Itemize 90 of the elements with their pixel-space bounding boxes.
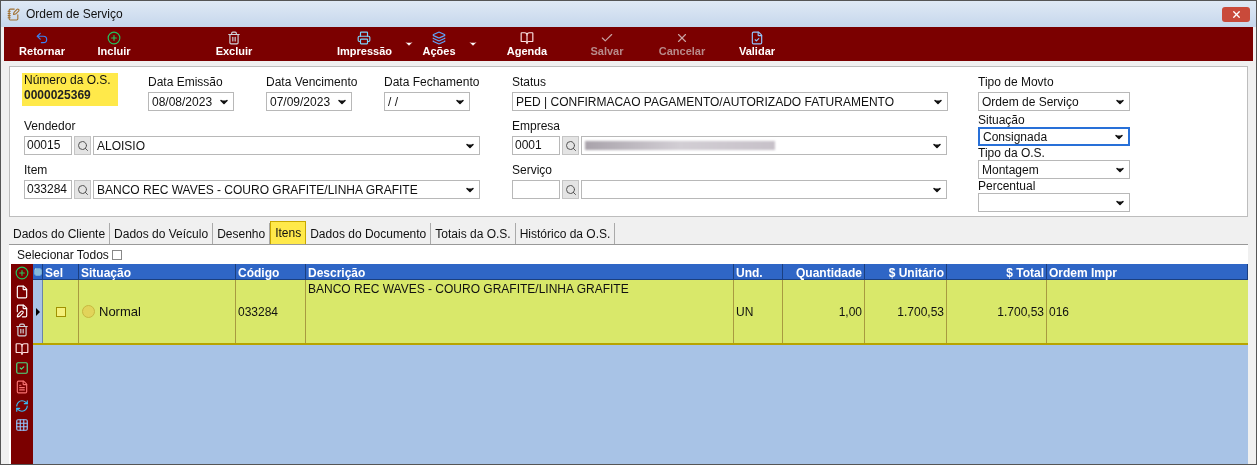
toolbar-button[interactable]: Incluir bbox=[93, 30, 135, 58]
field-label: Tipo da O.S. bbox=[978, 146, 1046, 160]
field-label: Data Vencimento bbox=[266, 75, 359, 89]
table-cell-text: UN bbox=[736, 303, 754, 321]
table-cell-text: Normal bbox=[99, 302, 141, 321]
tab[interactable]: Dados do Veículo bbox=[110, 223, 214, 244]
date-picker[interactable]: 08/08/2023 bbox=[148, 92, 234, 111]
code-field[interactable]: 033284 bbox=[24, 180, 72, 199]
code-field[interactable]: 00015 bbox=[24, 136, 72, 155]
toolbar-icon bbox=[357, 30, 372, 45]
code-field[interactable] bbox=[512, 180, 560, 199]
column-header[interactable]: Sel bbox=[43, 264, 79, 279]
search-icon bbox=[564, 139, 577, 152]
company-select[interactable] bbox=[581, 136, 947, 155]
field-label: Vendedor bbox=[24, 119, 77, 133]
close-icon bbox=[1230, 8, 1242, 20]
caret-icon[interactable] bbox=[467, 39, 478, 49]
tab[interactable]: Itens bbox=[270, 221, 307, 244]
select-all-checkbox[interactable] bbox=[111, 249, 122, 260]
dropdown-select[interactable]: Consignada bbox=[978, 127, 1130, 146]
toolbar-icon bbox=[227, 30, 241, 45]
column-header[interactable]: Und. bbox=[734, 264, 783, 279]
search-icon bbox=[76, 183, 89, 196]
dropdown-select[interactable]: Montagem bbox=[978, 160, 1130, 179]
search-icon bbox=[564, 183, 577, 196]
search-icon bbox=[76, 139, 89, 152]
search-button[interactable] bbox=[562, 136, 579, 155]
tab[interactable]: Dados do Documento bbox=[306, 223, 432, 244]
tool-icon[interactable] bbox=[15, 266, 29, 280]
date-picker[interactable]: / / bbox=[384, 92, 470, 111]
toolbar-button[interactable]: Impressão bbox=[332, 30, 396, 58]
os-number: 0000025369 bbox=[24, 88, 92, 103]
tab[interactable]: Histórico da O.S. bbox=[515, 223, 616, 244]
tab[interactable]: Totais da O.S. bbox=[431, 223, 516, 244]
toolbar-button[interactable]: Retornar bbox=[15, 30, 69, 58]
code-field[interactable]: 0001 bbox=[512, 136, 560, 155]
field-label: Número da O.S. bbox=[24, 73, 112, 88]
table-cell-text: 1,00 bbox=[838, 303, 862, 321]
table-cell-text: 033284 bbox=[238, 303, 279, 321]
field-label: Serviço bbox=[512, 163, 553, 177]
toolbar-button[interactable]: Ações bbox=[418, 30, 460, 58]
dropdown-select[interactable]: Ordem de Serviço bbox=[978, 92, 1130, 111]
date-picker[interactable]: 07/09/2023 bbox=[266, 92, 352, 111]
column-header[interactable]: Quantidade bbox=[783, 264, 865, 279]
lookup-select[interactable]: ALOISIO bbox=[93, 136, 480, 155]
column-header[interactable]: Ordem Impr bbox=[1047, 264, 1248, 279]
tool-icon[interactable] bbox=[15, 418, 29, 432]
select-all-label: Selecionar Todos bbox=[17, 246, 109, 264]
field-label: Status bbox=[512, 75, 548, 89]
toolbar-button[interactable]: Excluir bbox=[211, 30, 257, 58]
toolbar-icon bbox=[107, 30, 121, 45]
field-label: Data Fechamento bbox=[384, 75, 481, 89]
tool-icon[interactable] bbox=[15, 323, 29, 337]
search-button[interactable] bbox=[74, 180, 91, 199]
table-cell-text: 1.700,53 bbox=[897, 303, 944, 321]
toolbar-icon bbox=[432, 30, 446, 45]
field-label: Tipo de Movto bbox=[978, 75, 1055, 89]
status-select[interactable]: PED | CONFIRMACAO PAGAMENTO/AUTORIZADO FATURAMENTO bbox=[512, 92, 948, 111]
tool-icon[interactable] bbox=[15, 361, 29, 375]
table-cell: BANCO REC WAVES - COURO GRAFITE/LINHA GRAFITE bbox=[308, 282, 629, 296]
column-header[interactable]: $ Total bbox=[947, 264, 1047, 279]
field-label: Situação bbox=[978, 113, 1026, 127]
column-header[interactable]: $ Unitário bbox=[865, 264, 947, 279]
notepad-icon bbox=[7, 7, 20, 21]
lookup-select[interactable] bbox=[581, 180, 947, 199]
field-label: Item bbox=[24, 163, 49, 177]
toolbar-icon bbox=[520, 30, 534, 45]
toolbar-icon bbox=[750, 30, 764, 45]
toolbar-button[interactable]: Agenda bbox=[502, 30, 552, 58]
close-button[interactable] bbox=[1222, 6, 1250, 22]
toolbar-icon bbox=[35, 30, 49, 45]
column-header[interactable]: Situação bbox=[79, 264, 236, 279]
tab[interactable]: Dados do Cliente bbox=[9, 223, 111, 244]
search-button[interactable] bbox=[74, 136, 91, 155]
caret-icon[interactable] bbox=[404, 39, 414, 49]
column-header[interactable]: Descrição bbox=[306, 264, 734, 279]
tool-icon[interactable] bbox=[15, 399, 29, 413]
toolbar-button[interactable]: Validar bbox=[734, 30, 780, 58]
window-title: Ordem de Serviço bbox=[26, 6, 124, 23]
field-label: Empresa bbox=[512, 119, 562, 133]
table-cell-text: 1.700,53 bbox=[997, 303, 1044, 321]
row-checkbox[interactable] bbox=[55, 306, 66, 317]
dropdown-select[interactable] bbox=[978, 193, 1130, 212]
search-button[interactable] bbox=[562, 180, 579, 199]
column-header[interactable]: Código bbox=[236, 264, 306, 279]
table-row[interactable]: Normal 033284 BANCO REC WAVES - COURO GRAFITE/LINHA GRAFITE UN 1,00 1.700,53 1.700,53 016 bbox=[33, 280, 1248, 345]
field-label: Data Emissão bbox=[148, 75, 224, 89]
lookup-select[interactable]: BANCO REC WAVES - COURO GRAFITE/LINHA GRAFITE bbox=[93, 180, 480, 199]
table-cell-text: 016 bbox=[1049, 303, 1070, 321]
field-label: Percentual bbox=[978, 179, 1037, 193]
